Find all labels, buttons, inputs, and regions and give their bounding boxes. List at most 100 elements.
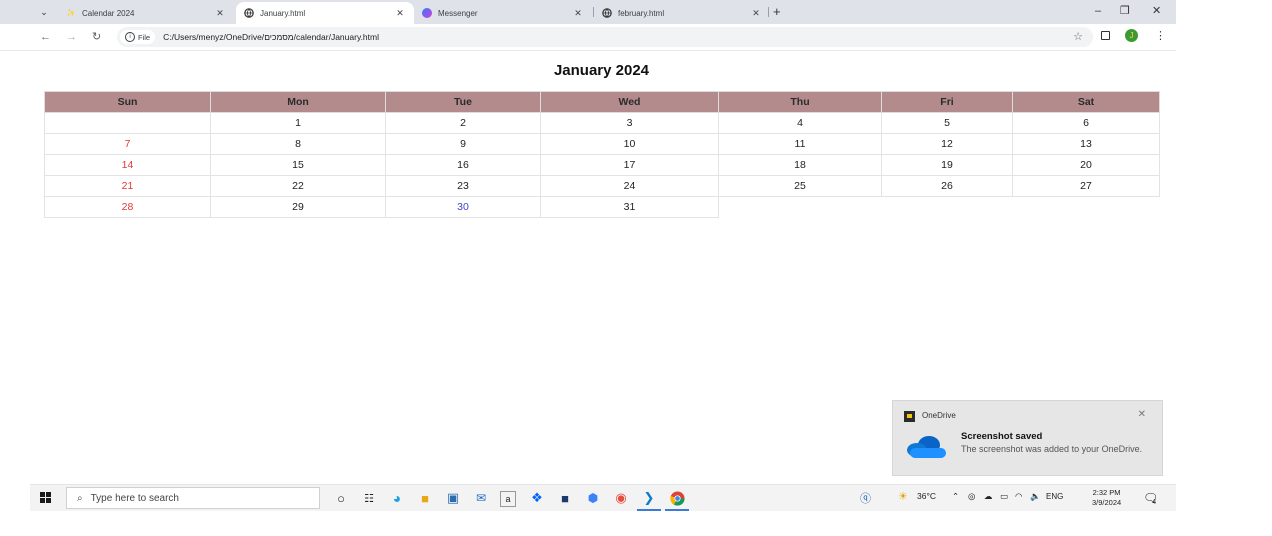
url-text: C:/Users/menyz/OneDrive/מסמכים/calendar/… — [163, 32, 379, 42]
tab-title: Calendar 2024 — [82, 8, 135, 18]
app-icon[interactable]: ⬢ — [584, 489, 602, 507]
taskbar-search-input[interactable]: ⌕ Type here to search — [66, 487, 320, 509]
day-cell: 31 — [540, 196, 719, 218]
tab-calendar-2024[interactable]: ✨ Calendar 2024 ✕ — [58, 2, 234, 24]
toast-title: Screenshot saved — [961, 431, 1043, 442]
day-cell: 27 — [1012, 175, 1160, 197]
day-cell: 22 — [210, 175, 386, 197]
day-cell: 25 — [718, 175, 882, 197]
calendar-week-row: 14 15 16 17 18 19 20 — [44, 154, 1160, 176]
day-cell: 17 — [540, 154, 719, 176]
language-indicator[interactable]: ENG — [1046, 492, 1063, 501]
day-cell-highlighted: 30 — [385, 196, 541, 218]
kebab-menu-icon[interactable]: ⋮ — [1155, 29, 1166, 42]
notification-center-icon[interactable]: 🗨4 — [1143, 491, 1162, 506]
tab-messenger[interactable]: Messenger ✕ — [414, 2, 592, 24]
weather-temperature[interactable]: 36°C — [917, 491, 936, 501]
windows-start-icon[interactable] — [40, 492, 52, 504]
close-tab-icon[interactable]: ✕ — [750, 8, 762, 19]
onedrive-cloud-icon — [907, 436, 946, 458]
cortana-icon[interactable]: ○ — [332, 489, 350, 507]
reload-icon[interactable]: ↻ — [92, 29, 101, 45]
notification-count: 4 — [1152, 499, 1157, 506]
forward-icon[interactable]: → — [66, 29, 77, 45]
wps-office-icon[interactable]: ◉ — [612, 489, 630, 507]
day-cell: 7 — [44, 133, 211, 155]
calendar-header-row: Sun Mon Tue Wed Thu Fri Sat — [44, 91, 1160, 113]
close-tab-icon[interactable]: ✕ — [214, 8, 226, 19]
help-icon[interactable]: ⓠ — [860, 490, 871, 506]
day-cell: 1 — [210, 112, 386, 134]
onedrive-notification[interactable]: OneDrive ✕ Screenshot saved The screensh… — [892, 400, 1163, 476]
day-cell: 6 — [1012, 112, 1160, 134]
day-cell: 28 — [44, 196, 211, 218]
calendar-week-row: 1 2 3 4 5 6 — [44, 112, 1160, 134]
site-info-chip[interactable]: i File — [120, 30, 156, 44]
day-cell: 8 — [210, 133, 386, 155]
store-icon[interactable]: ▣ — [444, 489, 462, 507]
calendar-week-row: 28 29 30 31 — [44, 196, 1160, 218]
tab-separator — [768, 7, 769, 17]
close-tab-icon[interactable]: ✕ — [572, 8, 584, 19]
day-cell: 20 — [1012, 154, 1160, 176]
search-placeholder: Type here to search — [90, 492, 179, 504]
clock-time: 2:32 PM — [1092, 488, 1121, 497]
day-cell: 19 — [881, 154, 1013, 176]
chrome-icon[interactable] — [665, 489, 689, 511]
mail-icon[interactable]: ✉ — [472, 489, 490, 507]
messenger-favicon-icon — [422, 8, 432, 18]
tab-search-chevron-icon[interactable]: ⌄ — [33, 4, 55, 20]
battery-icon[interactable]: ▭ — [1000, 491, 1008, 502]
tray-app-icon[interactable]: ◎ — [968, 491, 975, 502]
vscode-icon[interactable]: ❯ — [637, 489, 661, 511]
toast-body: The screenshot was added to your OneDriv… — [961, 444, 1143, 454]
weather-icon[interactable]: ☀ — [898, 490, 908, 503]
minimize-icon[interactable]: – — [1095, 4, 1101, 18]
side-panel-icon[interactable] — [1101, 31, 1110, 40]
day-cell: 18 — [718, 154, 882, 176]
task-view-icon[interactable]: ☷ — [360, 489, 378, 507]
calendar-week-row: 7 8 9 10 11 12 13 — [44, 133, 1160, 155]
bookmark-star-icon[interactable]: ☆ — [1073, 30, 1083, 43]
volume-icon[interactable]: 🔈 — [1030, 491, 1041, 502]
back-icon[interactable]: ← — [40, 29, 51, 45]
address-bar[interactable]: i File C:/Users/menyz/OneDrive/מסמכים/ca… — [117, 27, 1093, 47]
calendar-week-row: 21 22 23 24 25 26 27 — [44, 175, 1160, 197]
toast-close-icon[interactable]: ✕ — [1138, 409, 1146, 420]
day-cell: 2 — [385, 112, 541, 134]
calendar-table: Sun Mon Tue Wed Thu Fri Sat 1 2 3 4 5 6 … — [44, 91, 1160, 218]
day-cell: 26 — [881, 175, 1013, 197]
info-icon: i — [125, 32, 135, 42]
tab-title: January.html — [260, 8, 306, 18]
day-cell: 4 — [718, 112, 882, 134]
day-header: Mon — [210, 91, 386, 113]
day-cell: 3 — [540, 112, 719, 134]
onedrive-tray-icon[interactable]: ☁ — [984, 491, 993, 502]
edge-icon[interactable]: ◕ — [388, 489, 406, 507]
app-icon[interactable]: ■ — [556, 489, 574, 507]
amazon-icon[interactable]: a — [500, 491, 516, 507]
page-title: January 2024 — [553, 62, 650, 79]
system-clock[interactable]: 2:32 PM 3/9/2024 — [1092, 488, 1121, 508]
day-cell: 9 — [385, 133, 541, 155]
profile-avatar[interactable]: J — [1125, 29, 1138, 42]
day-cell: 21 — [44, 175, 211, 197]
day-cell: 13 — [1012, 133, 1160, 155]
file-chip-label: File — [138, 32, 151, 42]
browser-toolbar: ← → ↻ i File C:/Users/menyz/OneDrive/מסמ… — [0, 24, 1176, 51]
clock-date: 3/9/2024 — [1092, 498, 1122, 507]
close-window-icon[interactable]: ✕ — [1152, 4, 1161, 18]
restore-icon[interactable]: ❐ — [1120, 4, 1130, 18]
day-header: Fri — [881, 91, 1013, 113]
day-header: Sun — [44, 91, 211, 113]
wifi-icon[interactable]: ◠ — [1015, 491, 1022, 502]
dropbox-icon[interactable]: ❖ — [528, 489, 546, 507]
file-explorer-icon[interactable]: ■ — [416, 489, 434, 507]
tab-february[interactable]: february.html ✕ — [594, 2, 770, 24]
new-tab-button[interactable]: + — [773, 4, 781, 20]
tray-chevron-icon[interactable]: ⌃ — [952, 491, 959, 502]
close-tab-icon[interactable]: ✕ — [394, 8, 406, 19]
tab-january[interactable]: January.html ✕ — [236, 2, 414, 24]
profile-initial: J — [1129, 31, 1134, 40]
day-cell: 14 — [44, 154, 211, 176]
